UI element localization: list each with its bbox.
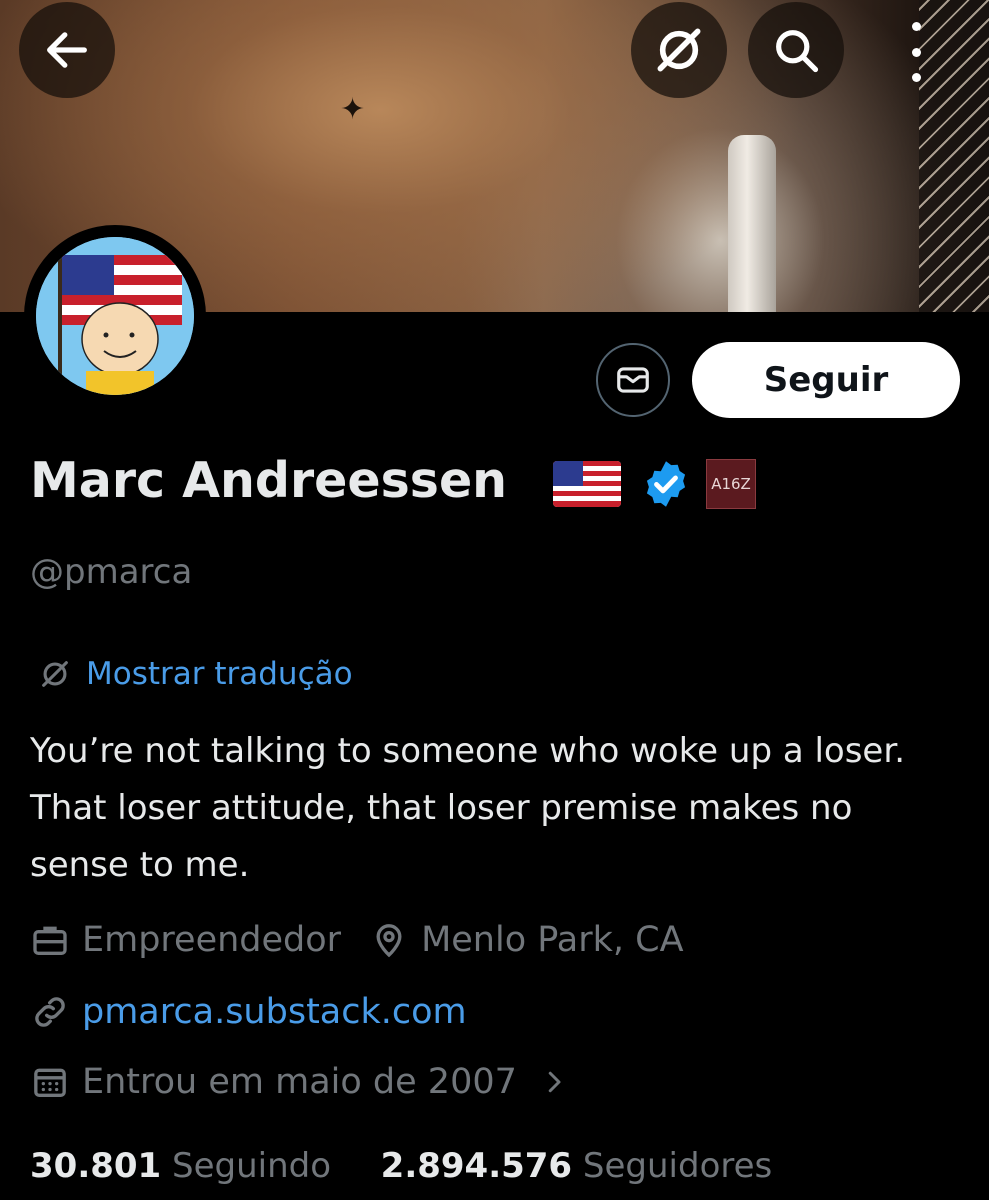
following-stat[interactable]: 30.801 Seguindo bbox=[30, 1146, 342, 1186]
show-translation-link[interactable]: Mostrar tradução bbox=[38, 656, 353, 692]
translate-button[interactable] bbox=[631, 2, 727, 98]
follow-stats: 30.801 Seguindo 2.894.576 Seguidores bbox=[30, 1146, 772, 1186]
followers-stat[interactable]: 2.894.576 Seguidores bbox=[381, 1146, 773, 1186]
following-count: 30.801 bbox=[30, 1146, 162, 1186]
verified-badge-icon[interactable] bbox=[640, 458, 692, 514]
translate-label: Mostrar tradução bbox=[86, 656, 353, 692]
profile-category: Empreendedor bbox=[82, 920, 342, 960]
message-button[interactable] bbox=[596, 343, 670, 417]
location-pin-icon bbox=[376, 924, 402, 958]
avatar[interactable] bbox=[24, 225, 206, 407]
calendar-icon bbox=[34, 1068, 66, 1097]
more-vertical-icon[interactable] bbox=[900, 22, 932, 82]
back-button[interactable] bbox=[19, 2, 115, 98]
follow-button[interactable]: Seguir bbox=[692, 342, 960, 418]
followers-label: Seguidores bbox=[582, 1146, 773, 1186]
profile-name: Marc Andreessen bbox=[30, 452, 508, 509]
profile-bio: You’re not talking to someone who woke u… bbox=[30, 731, 906, 885]
profile-website-link[interactable]: pmarca.substack.com bbox=[82, 992, 467, 1032]
profile-joined: Entrou em maio de 2007 bbox=[82, 1062, 517, 1102]
followers-count: 2.894.576 bbox=[380, 1146, 573, 1186]
profile-website-row: pmarca.substack.com bbox=[30, 992, 467, 1032]
search-button[interactable] bbox=[748, 2, 844, 98]
avatar-image bbox=[36, 237, 194, 395]
envelope-icon bbox=[617, 367, 649, 393]
chevron-right-icon bbox=[548, 1071, 561, 1093]
profile-location: Menlo Park, CA bbox=[421, 920, 684, 960]
profile-joined-row[interactable]: Entrou em maio de 2007 bbox=[30, 1062, 569, 1102]
profile-category-row: Empreendedor Menlo Park, CA bbox=[30, 920, 684, 960]
briefcase-icon bbox=[33, 926, 67, 955]
rocket-image bbox=[728, 135, 776, 312]
us-flag-icon bbox=[553, 461, 621, 507]
link-icon bbox=[35, 997, 65, 1027]
figure-silhouette: ✦ bbox=[340, 92, 366, 127]
following-label: Seguindo bbox=[172, 1146, 332, 1186]
arrow-left-icon bbox=[47, 32, 87, 68]
search-icon bbox=[776, 30, 819, 73]
translate-icon bbox=[657, 28, 701, 72]
affiliation-badge[interactable]: A16Z bbox=[706, 459, 756, 509]
translate-icon bbox=[42, 661, 68, 687]
profile-handle: @pmarca bbox=[30, 552, 193, 592]
